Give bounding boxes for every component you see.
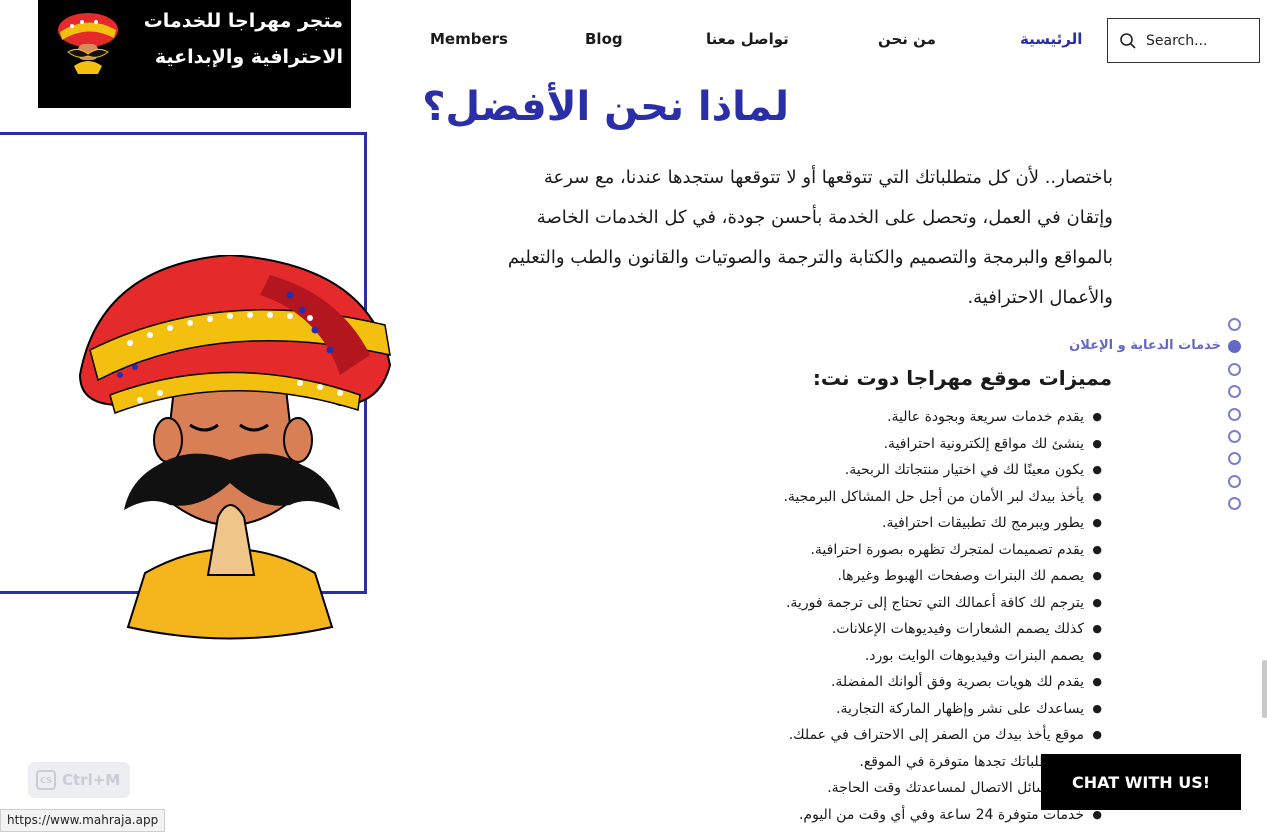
list-item: يقدم خدمات سريعة وبجودة عالية. — [562, 404, 1102, 431]
maharaja-logo-icon — [58, 13, 118, 74]
nav-about[interactable]: من نحن — [878, 30, 936, 48]
features-list: يقدم خدمات سريعة وبجودة عالية. ينشئ لك م… — [562, 404, 1102, 828]
list-item: موقع يأخذ بيدك من الصفر إلى الاحتراف في … — [562, 722, 1102, 749]
ctrl-m-label: Ctrl+M — [62, 771, 121, 789]
section-dot[interactable] — [1228, 385, 1241, 398]
side-nav-active-label[interactable]: خدمات الدعاية و الإعلان — [1069, 338, 1221, 353]
nav-members[interactable]: Members — [430, 30, 508, 48]
maharaja-illustration — [78, 255, 392, 640]
list-item: يأخذ بيدك لبر الأمان من أجل حل المشاكل ا… — [562, 484, 1102, 511]
ctrl-m-widget[interactable]: CS Ctrl+M — [28, 762, 130, 798]
section-dot[interactable] — [1228, 497, 1241, 510]
list-item: يترجم لك كافة أعمالك التي تحتاج إلى ترجم… — [562, 590, 1102, 617]
list-item: ينشئ لك مواقع إلكترونية احترافية. — [562, 431, 1102, 458]
list-item: كذلك يصمم الشعارات وفيديوهات الإعلانات. — [562, 616, 1102, 643]
list-item: يقدم تصميمات لمتجرك تظهره بصورة احترافية… — [562, 537, 1102, 564]
site-logo[interactable]: متجر مهراجا للخدمات الاحترافية والإبداعي… — [38, 0, 351, 108]
section-dot[interactable] — [1228, 408, 1241, 421]
list-item: يصمم لك البنرات وصفحات الهبوط وغيرها. — [562, 563, 1102, 590]
list-item: كافة وسائل الاتصال لمساعدتك وقت الحاجة. — [562, 775, 1102, 802]
section-dot[interactable] — [1228, 430, 1241, 443]
list-item: يساعدك على نشر وإظهار الماركة التجارية. — [562, 696, 1102, 723]
section-dot[interactable] — [1228, 318, 1241, 331]
search-box[interactable] — [1107, 18, 1260, 63]
section-dot[interactable] — [1228, 363, 1241, 376]
nav-blog[interactable]: Blog — [585, 30, 623, 48]
features-title: مميزات موقع مهراجا دوت نت: — [812, 366, 1112, 390]
cs-badge-icon: CS — [36, 770, 56, 790]
list-item: يقدم لك هويات بصرية وفق ألوانك المفضلة. — [562, 669, 1102, 696]
list-item: يكون معينًا لك في اختيار منتجاتك الربحية… — [562, 457, 1102, 484]
section-dot-active[interactable] — [1228, 340, 1241, 353]
section-dot[interactable] — [1228, 475, 1241, 488]
logo-title-line1: متجر مهراجا للخدمات — [143, 10, 343, 32]
scrollbar-thumb[interactable] — [1262, 660, 1267, 718]
nav-home[interactable]: الرئيسية — [1020, 30, 1082, 48]
list-item: يصمم البنرات وفيديوهات الوايت بورد. — [562, 643, 1102, 670]
page-heading: لماذا نحن الأفضل؟ — [422, 84, 789, 130]
search-icon — [1120, 33, 1136, 49]
list-item: كل متطلباتك تجدها متوفرة في الموقع. — [562, 749, 1102, 776]
search-input[interactable] — [1146, 27, 1254, 55]
status-bar-url: https://www.mahraja.app — [0, 809, 166, 832]
section-dot[interactable] — [1228, 452, 1241, 465]
chat-button[interactable]: CHAT WITH US! — [1041, 754, 1241, 810]
nav-contact[interactable]: تواصل معنا — [706, 30, 789, 48]
logo-title-line2: الاحترافية والإبداعية — [154, 46, 343, 68]
list-item: يطور ويبرمج لك تطبيقات احترافية. — [562, 510, 1102, 537]
list-item: خدمات متوفرة 24 ساعة وفي أي وقت من اليوم… — [562, 802, 1102, 829]
intro-paragraph: باختصار.. لأن كل متطلباتك التي تتوقعها أ… — [507, 167, 1113, 308]
